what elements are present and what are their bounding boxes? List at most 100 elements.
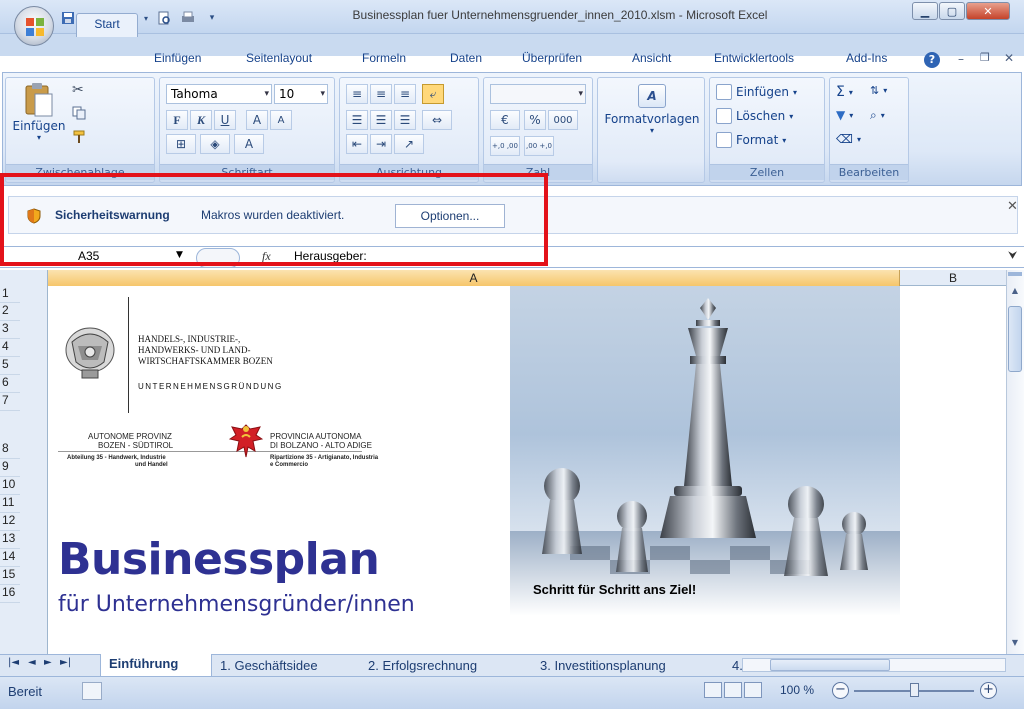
save-icon[interactable] (58, 9, 78, 27)
fill-color-button[interactable]: ◈ (200, 134, 230, 154)
row-header[interactable]: 14 (0, 549, 20, 567)
row-header[interactable]: 9 (0, 459, 20, 477)
align-center-button[interactable]: ☰ (370, 110, 392, 130)
styles-button[interactable]: A Formatvorlagen ▾ (600, 84, 704, 135)
horizontal-scroll-thumb[interactable] (770, 659, 890, 671)
tab-start[interactable]: Start (76, 13, 138, 37)
row-header[interactable]: 12 (0, 513, 20, 531)
vertical-scroll-thumb[interactable] (1008, 306, 1022, 372)
workbook-restore-icon[interactable]: ❐ (980, 51, 990, 64)
zoom-out-button[interactable]: − (832, 682, 849, 699)
increase-decimal-button[interactable]: +,0 ,00 (490, 136, 520, 156)
format-cells-button[interactable]: Format ▾ (716, 132, 786, 148)
column-header-a[interactable]: A (48, 270, 900, 286)
row-header[interactable]: 15 (0, 567, 20, 585)
decrease-decimal-button[interactable]: ,00 +,0 (524, 136, 554, 156)
expand-formula-bar-icon[interactable]: ⮟ (1008, 249, 1017, 263)
thousands-button[interactable]: 000 (548, 110, 578, 130)
align-left-button[interactable]: ☰ (346, 110, 368, 130)
row-header[interactable]: 2 (0, 303, 20, 321)
next-sheet-icon[interactable]: ► (44, 657, 52, 668)
orientation-button[interactable]: ↗ (394, 134, 424, 154)
row-header[interactable]: 16 (0, 585, 20, 603)
font-color-button[interactable]: A (234, 134, 264, 154)
last-sheet-icon[interactable]: ►| (60, 657, 71, 668)
close-button[interactable]: ✕ (966, 2, 1010, 20)
office-button[interactable] (14, 6, 54, 46)
delete-cells-button[interactable]: Löschen ▾ (716, 108, 793, 124)
clear-button[interactable]: ⌫ ▾ (836, 132, 861, 146)
row-header[interactable]: 13 (0, 531, 20, 549)
currency-button[interactable]: € (490, 110, 520, 130)
insert-cells-button[interactable]: Einfügen ▾ (716, 84, 797, 100)
column-header-b[interactable]: B (900, 270, 1006, 286)
underline-button[interactable]: U (214, 110, 236, 130)
prev-sheet-icon[interactable]: ◄ (28, 657, 36, 668)
sheet-tab-investitionsplanung[interactable]: 3. Investitionsplanung (540, 656, 666, 676)
customize-qat-icon[interactable]: ▾ (202, 9, 222, 27)
tab-seitenlayout[interactable]: Seitenlayout (246, 51, 312, 65)
print-icon[interactable] (178, 9, 198, 27)
page-break-view-icon[interactable] (744, 682, 762, 698)
workbook-close-icon[interactable]: ✕ (1004, 51, 1014, 65)
select-all-corner[interactable] (0, 270, 48, 286)
scroll-up-icon[interactable]: ▲ (1008, 286, 1022, 300)
maximize-button[interactable]: ▢ (939, 2, 965, 20)
number-format-combo[interactable]: ▾ (490, 84, 586, 104)
zoom-level[interactable]: 100 % (780, 683, 814, 697)
tab-entwicklertools[interactable]: Entwicklertools (714, 51, 794, 65)
align-right-button[interactable]: ☰ (394, 110, 416, 130)
find-select-button[interactable]: ⌕ ▾ (870, 108, 885, 123)
align-top-button[interactable]: ≡ (346, 84, 368, 104)
normal-view-icon[interactable] (704, 682, 722, 698)
wrap-text-button[interactable]: ⤶ (422, 84, 444, 104)
tab-add-ins[interactable]: Add-Ins (846, 51, 887, 65)
redo-dropdown-icon[interactable]: ▾ (142, 9, 150, 27)
workbook-minimize-icon[interactable]: – (958, 52, 964, 66)
fill-button[interactable]: ▼ ▾ (836, 108, 853, 122)
row-header[interactable]: 8 (0, 411, 20, 459)
align-bottom-button[interactable]: ≡ (394, 84, 416, 104)
sheet-tab-einfuehrung[interactable]: Einführung (100, 654, 212, 676)
zoom-slider-thumb[interactable] (910, 683, 919, 697)
close-security-bar-icon[interactable]: ✕ (1007, 199, 1018, 214)
copy-button[interactable] (72, 106, 86, 123)
tab-einfuegen[interactable]: Einfügen (154, 51, 201, 65)
cut-button[interactable]: ✂ (72, 82, 84, 98)
sheet-tab-erfolgsrechnung[interactable]: 2. Erfolgsrechnung (368, 656, 477, 676)
increase-indent-button[interactable]: ⇥ (370, 134, 392, 154)
bold-button[interactable]: F (166, 110, 188, 130)
row-header[interactable]: 1 (0, 286, 20, 303)
tab-formeln[interactable]: Formeln (362, 51, 406, 65)
first-sheet-icon[interactable]: |◄ (8, 657, 19, 668)
font-size-combo[interactable]: 10 ▾ (274, 84, 328, 104)
row-header[interactable]: 10 (0, 477, 20, 495)
font-name-combo[interactable]: Tahoma ▾ (166, 84, 272, 104)
tab-ansicht[interactable]: Ansicht (632, 51, 671, 65)
help-icon[interactable]: ? (924, 52, 940, 68)
row-header[interactable]: 7 (0, 393, 20, 411)
format-painter-button[interactable] (72, 130, 86, 147)
align-middle-button[interactable]: ≡ (370, 84, 392, 104)
row-header[interactable]: 11 (0, 495, 20, 513)
split-handle[interactable] (1008, 272, 1022, 276)
tab-daten[interactable]: Daten (450, 51, 482, 65)
sheet-tab-geschaeftsidee[interactable]: 1. Geschäftsidee (220, 656, 318, 676)
percent-button[interactable]: % (524, 110, 546, 130)
zoom-in-button[interactable]: + (980, 682, 997, 699)
grow-font-button[interactable]: A (246, 110, 268, 130)
autosum-button[interactable]: Σ ▾ (836, 84, 853, 100)
merge-center-button[interactable]: ⇔ (422, 110, 452, 130)
shrink-font-button[interactable]: A (270, 110, 292, 130)
minimize-button[interactable]: ▁ (912, 2, 938, 20)
page-layout-view-icon[interactable] (724, 682, 742, 698)
paste-button[interactable]: Einfügen ▾ (12, 82, 66, 162)
scroll-down-icon[interactable]: ▼ (1008, 638, 1022, 652)
decrease-indent-button[interactable]: ⇤ (346, 134, 368, 154)
row-header[interactable]: 3 (0, 321, 20, 339)
print-preview-icon[interactable] (154, 9, 174, 27)
row-header[interactable]: 4 (0, 339, 20, 357)
row-header[interactable]: 6 (0, 375, 20, 393)
row-header[interactable]: 5 (0, 357, 20, 375)
macro-record-icon[interactable] (82, 682, 102, 700)
